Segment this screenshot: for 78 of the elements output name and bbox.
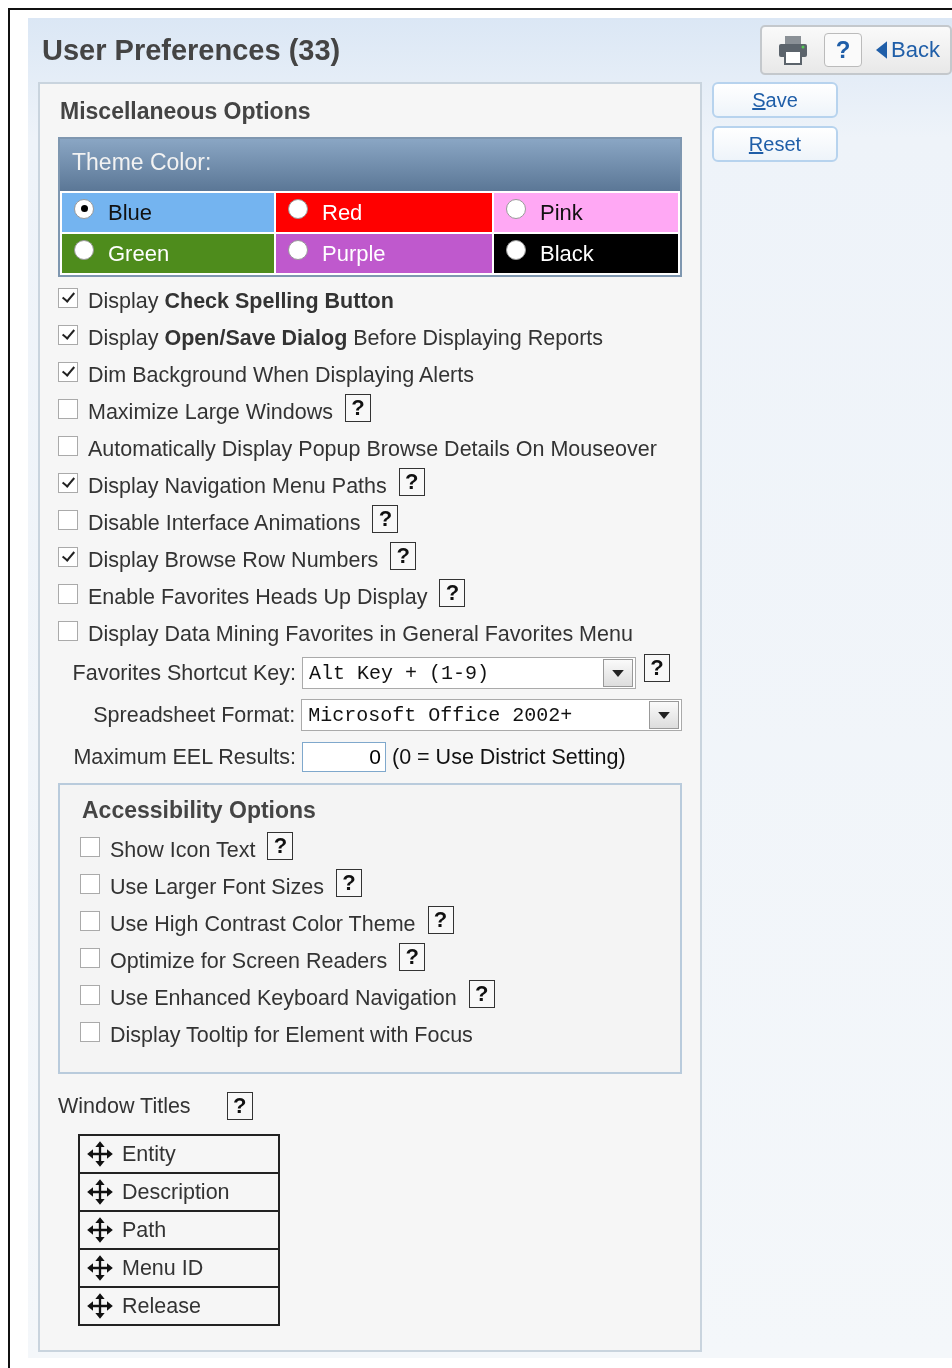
checkbox[interactable] xyxy=(58,435,78,456)
option-label: Display Navigation Menu Paths xyxy=(88,474,387,499)
move-icon xyxy=(86,1216,114,1244)
radio-button[interactable] xyxy=(74,239,94,260)
option-label: Use Enhanced Keyboard Navigation xyxy=(110,986,457,1011)
checkbox[interactable] xyxy=(58,620,78,641)
option-label: Maximize Large Windows xyxy=(88,400,333,425)
option-label: Use Larger Font Sizes xyxy=(110,875,324,900)
section-title: Miscellaneous Options xyxy=(60,98,312,125)
help-button[interactable]: ? xyxy=(390,541,417,570)
radio-button[interactable] xyxy=(288,239,308,260)
help-button[interactable]: ? xyxy=(344,393,371,422)
option-label: Dim Background When Displaying Alerts xyxy=(88,363,474,388)
dropdown[interactable]: Alt Key + (1-9) xyxy=(302,657,636,689)
action-button[interactable]: Save xyxy=(712,82,838,118)
help-button[interactable]: ? xyxy=(372,504,399,533)
help-button[interactable]: ? xyxy=(439,578,466,607)
theme-option[interactable]: Pink xyxy=(494,193,678,232)
option-label: Display Open/Save Dialog Before Displaying Reports xyxy=(88,326,603,351)
theme-header: Theme Color: xyxy=(60,139,680,191)
option-label: Disable Interface Animations xyxy=(88,511,361,536)
left-triangle-icon xyxy=(876,41,888,59)
option-label: Show Icon Text xyxy=(110,838,256,863)
section-title: Accessibility Options xyxy=(82,797,317,824)
theme-option[interactable]: Purple xyxy=(276,234,492,273)
dropdown[interactable]: Microsoft Office 2002+ xyxy=(301,699,682,731)
checkbox[interactable] xyxy=(80,984,100,1005)
option-label: Enable Favorites Heads Up Display xyxy=(88,585,428,610)
checkbox[interactable] xyxy=(80,910,100,931)
checkbox[interactable] xyxy=(80,873,100,894)
help-button[interactable]: ? xyxy=(398,467,425,496)
field-note: (0 = Use District Setting) xyxy=(392,744,626,770)
radio-button[interactable] xyxy=(506,239,526,260)
option-label: Display Check Spelling Button xyxy=(88,289,394,314)
checkbox[interactable] xyxy=(58,287,78,308)
option-label: Optimize for Screen Readers xyxy=(110,949,388,974)
theme-option[interactable]: Red xyxy=(276,193,492,232)
theme-option[interactable]: Black xyxy=(494,234,678,273)
radio-button[interactable] xyxy=(74,198,94,219)
back-button[interactable]: Back xyxy=(876,37,940,63)
page-title: User Preferences (33) xyxy=(42,33,341,67)
checkbox[interactable] xyxy=(80,836,100,857)
radio-button[interactable] xyxy=(288,198,308,219)
checkbox[interactable] xyxy=(58,361,78,382)
section-label: Window Titles xyxy=(58,1093,191,1119)
theme-option[interactable]: Blue xyxy=(62,193,274,232)
field-label: Maximum EEL Results: xyxy=(72,744,296,770)
radio-button[interactable] xyxy=(506,198,526,219)
field-label: Favorites Shortcut Key: xyxy=(71,660,296,686)
help-button[interactable]: ? xyxy=(399,942,426,971)
option-label: Display Browse Row Numbers xyxy=(88,548,379,573)
checkbox[interactable] xyxy=(80,1021,100,1042)
option-label: Use High Contrast Color Theme xyxy=(110,912,416,937)
help-button[interactable]: ? xyxy=(824,33,863,67)
option-label: Display Tooltip for Element with Focus xyxy=(110,1023,473,1048)
checkbox[interactable] xyxy=(58,472,78,493)
move-icon xyxy=(86,1140,114,1168)
checkbox[interactable] xyxy=(58,509,78,530)
help-button[interactable]: ? xyxy=(335,868,362,897)
checkbox[interactable] xyxy=(58,546,78,567)
action-button[interactable]: Reset xyxy=(712,126,838,162)
checkbox[interactable] xyxy=(58,583,78,604)
help-button[interactable]: ? xyxy=(226,1092,253,1120)
move-icon xyxy=(86,1292,114,1320)
help-button[interactable]: ? xyxy=(267,831,294,860)
move-icon xyxy=(86,1254,114,1282)
checkbox[interactable] xyxy=(58,324,78,345)
help-button[interactable]: ? xyxy=(644,654,670,682)
help-button[interactable]: ? xyxy=(468,979,495,1008)
input-field[interactable]: 0 xyxy=(302,742,386,772)
theme-option[interactable]: Green xyxy=(62,234,274,273)
option-label: Automatically Display Popup Browse Details On Mouseover xyxy=(88,437,657,462)
checkbox[interactable] xyxy=(80,947,100,968)
checkbox[interactable] xyxy=(58,398,78,419)
move-icon xyxy=(86,1178,114,1206)
option-label: Display Data Mining Favorites in General Favorites Menu xyxy=(88,622,633,647)
help-button[interactable]: ? xyxy=(427,905,454,934)
field-label: Spreadsheet Format: xyxy=(92,702,296,728)
